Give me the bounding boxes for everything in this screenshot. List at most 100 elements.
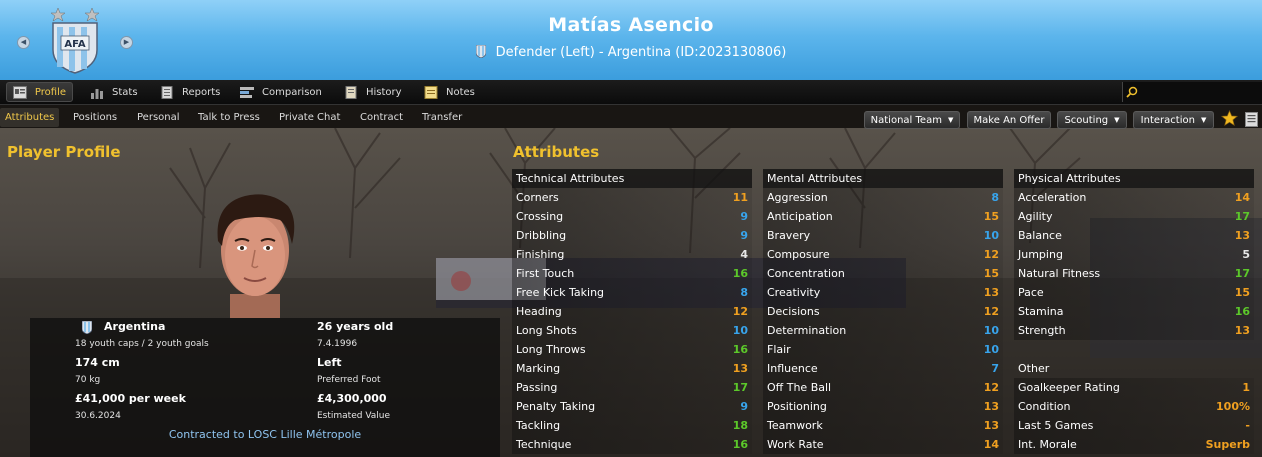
attribute-value: 8 bbox=[740, 286, 748, 299]
attribute-name: Teamwork bbox=[767, 419, 823, 432]
attribute-value: 12 bbox=[983, 381, 999, 394]
attribute-row[interactable]: Creativity 13 bbox=[763, 283, 1003, 302]
attribute-name: Acceleration bbox=[1018, 191, 1087, 204]
button-label: Interaction bbox=[1140, 114, 1195, 126]
attribute-row[interactable]: Decisions 12 bbox=[763, 302, 1003, 321]
attribute-name: Anticipation bbox=[767, 210, 833, 223]
attribute-name: Goalkeeper Rating bbox=[1018, 381, 1120, 394]
attribute-row[interactable]: Bravery 10 bbox=[763, 226, 1003, 245]
search-input[interactable] bbox=[1122, 82, 1262, 102]
attribute-row[interactable]: Penalty Taking 9 bbox=[512, 397, 752, 416]
attribute-value: 13 bbox=[732, 362, 748, 375]
attribute-row[interactable]: Concentration 15 bbox=[763, 264, 1003, 283]
attribute-row[interactable]: Technique 16 bbox=[512, 435, 752, 454]
interaction-button[interactable]: Interaction ▼ bbox=[1133, 111, 1214, 129]
subtab-attributes[interactable]: Attributes bbox=[0, 108, 60, 127]
attribute-row[interactable]: Determination 10 bbox=[763, 321, 1003, 340]
tab-reports[interactable]: Reports bbox=[154, 82, 226, 102]
attribute-name: Balance bbox=[1018, 229, 1062, 242]
attribute-row[interactable]: Corners 11 bbox=[512, 188, 752, 207]
attribute-row[interactable]: Int. Morale Superb bbox=[1014, 435, 1254, 454]
attribute-row[interactable]: Pace 15 bbox=[1014, 283, 1254, 302]
subtab-private-chat[interactable]: Private Chat bbox=[274, 108, 345, 127]
attribute-row[interactable]: Work Rate 14 bbox=[763, 435, 1003, 454]
shortlist-star-icon[interactable] bbox=[1221, 110, 1238, 127]
attribute-name: Long Shots bbox=[516, 324, 577, 337]
chevron-down-icon: ▼ bbox=[1200, 116, 1207, 124]
attribute-row[interactable]: Goalkeeper Rating 1 bbox=[1014, 378, 1254, 397]
tab-stats[interactable]: Stats bbox=[84, 82, 144, 102]
attribute-row[interactable]: Finishing 4 bbox=[512, 245, 752, 264]
attribute-name: Positioning bbox=[767, 400, 827, 413]
search-icon[interactable] bbox=[1126, 86, 1138, 98]
tab-history[interactable]: History bbox=[338, 82, 408, 102]
attribute-name: Passing bbox=[516, 381, 558, 394]
notes-list-icon[interactable] bbox=[1245, 112, 1259, 127]
attribute-row[interactable]: Tackling 18 bbox=[512, 416, 752, 435]
attribute-row[interactable]: Last 5 Games - bbox=[1014, 416, 1254, 435]
attribute-value: 13 bbox=[983, 286, 999, 299]
physical-attribute-list: Acceleration 14 Agility 17 Balance 13 Jumping 5… bbox=[1014, 188, 1254, 340]
player-height: 174 cm bbox=[75, 356, 120, 369]
attribute-row[interactable]: Teamwork 13 bbox=[763, 416, 1003, 435]
attribute-name: Heading bbox=[516, 305, 562, 318]
make-offer-button[interactable]: Make An Offer bbox=[967, 111, 1051, 129]
tab-notes[interactable]: Notes bbox=[418, 82, 481, 102]
player-profile-title: Player Profile bbox=[7, 143, 121, 161]
attribute-row[interactable]: Long Shots 10 bbox=[512, 321, 752, 340]
profile-icon bbox=[13, 85, 27, 99]
button-label: National Team bbox=[870, 114, 942, 126]
tab-comparison[interactable]: Comparison bbox=[234, 82, 328, 102]
attribute-row[interactable]: Agility 17 bbox=[1014, 207, 1254, 226]
attribute-row[interactable]: Aggression 8 bbox=[763, 188, 1003, 207]
attribute-row[interactable]: Passing 17 bbox=[512, 378, 752, 397]
attribute-value: Superb bbox=[1205, 438, 1250, 451]
attribute-row[interactable]: Free Kick Taking 8 bbox=[512, 283, 752, 302]
attribute-row[interactable]: Positioning 13 bbox=[763, 397, 1003, 416]
attribute-row[interactable]: Marking 13 bbox=[512, 359, 752, 378]
attribute-row[interactable]: Stamina 16 bbox=[1014, 302, 1254, 321]
scouting-button[interactable]: Scouting ▼ bbox=[1057, 111, 1127, 129]
subtab-personal[interactable]: Personal bbox=[132, 108, 185, 127]
attribute-value: 14 bbox=[1234, 191, 1250, 204]
attribute-row[interactable]: Heading 12 bbox=[512, 302, 752, 321]
preferred-foot: Left bbox=[317, 356, 342, 369]
attribute-row[interactable]: Strength 13 bbox=[1014, 321, 1254, 340]
subtab-contract[interactable]: Contract bbox=[355, 108, 408, 127]
subtab-transfer[interactable]: Transfer bbox=[417, 108, 467, 127]
main-tab-bar: Profile Stats Reports Comparison History… bbox=[0, 80, 1262, 105]
attribute-name: Condition bbox=[1018, 400, 1071, 413]
nation-name[interactable]: Argentina bbox=[104, 320, 165, 333]
attribute-value: 10 bbox=[983, 324, 999, 337]
attribute-value: 11 bbox=[732, 191, 748, 204]
attribute-row[interactable]: Anticipation 15 bbox=[763, 207, 1003, 226]
tab-profile[interactable]: Profile bbox=[6, 82, 73, 102]
attribute-row[interactable]: First Touch 16 bbox=[512, 264, 752, 283]
attribute-value: 17 bbox=[732, 381, 748, 394]
tab-label: Notes bbox=[446, 86, 475, 98]
attribute-name: First Touch bbox=[516, 267, 575, 280]
attribute-row[interactable]: Influence 7 bbox=[763, 359, 1003, 378]
subtab-positions[interactable]: Positions bbox=[68, 108, 122, 127]
attribute-row[interactable]: Condition 100% bbox=[1014, 397, 1254, 416]
attribute-row[interactable]: Long Throws 16 bbox=[512, 340, 752, 359]
attribute-row[interactable]: Jumping 5 bbox=[1014, 245, 1254, 264]
mental-attributes-column: Mental Attributes Aggression 8 Anticipatio… bbox=[763, 169, 1003, 454]
history-icon bbox=[345, 85, 357, 99]
attribute-row[interactable]: Off The Ball 12 bbox=[763, 378, 1003, 397]
technical-attribute-list: Corners 11 Crossing 9 Dribbling 9 Finishing 4 Fi… bbox=[512, 188, 752, 454]
national-team-button[interactable]: National Team ▼ bbox=[864, 111, 960, 129]
attribute-row[interactable]: Acceleration 14 bbox=[1014, 188, 1254, 207]
contract-club-link[interactable]: Contracted to LOSC Lille Métropole bbox=[30, 428, 500, 441]
contract-end-date: 30.6.2024 bbox=[75, 411, 121, 421]
attribute-row[interactable]: Natural Fitness 17 bbox=[1014, 264, 1254, 283]
attribute-row[interactable]: Dribbling 9 bbox=[512, 226, 752, 245]
attribute-value: 16 bbox=[732, 343, 748, 356]
attribute-name: Influence bbox=[767, 362, 818, 375]
subtab-talk-to-press[interactable]: Talk to Press bbox=[193, 108, 265, 127]
attribute-row[interactable]: Flair 10 bbox=[763, 340, 1003, 359]
mental-attributes-heading: Mental Attributes bbox=[763, 169, 1003, 188]
attribute-row[interactable]: Crossing 9 bbox=[512, 207, 752, 226]
attribute-row[interactable]: Balance 13 bbox=[1014, 226, 1254, 245]
attribute-row[interactable]: Composure 12 bbox=[763, 245, 1003, 264]
